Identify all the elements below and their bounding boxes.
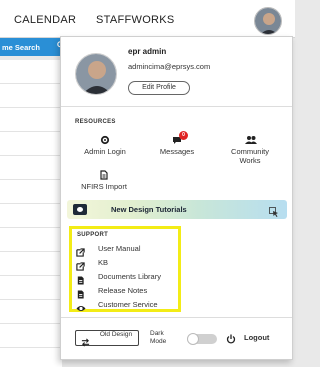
people-icon (245, 135, 257, 145)
admin-login-link[interactable]: Admin Login (75, 135, 135, 156)
tutorials-label: New Design Tutorials (111, 205, 187, 214)
list-item (0, 156, 62, 180)
community-works-label: Community Works (231, 147, 269, 165)
chat-icon: 0 (172, 131, 188, 145)
toggle-knob (187, 333, 199, 345)
nfirs-import-link[interactable]: NFIRS Import (73, 170, 135, 191)
list-item (0, 324, 62, 348)
edit-profile-button[interactable]: Edit Profile (128, 81, 190, 95)
dark-mode-toggle[interactable] (187, 333, 217, 345)
list-item (0, 60, 62, 84)
list-item (0, 132, 62, 156)
messages-label: Messages (159, 147, 195, 156)
support-heading: SUPPORT (77, 232, 109, 238)
dark-mode-label: Dark Mode (150, 330, 167, 345)
kb-link[interactable]: KB (76, 257, 180, 271)
admin-login-label: Admin Login (84, 147, 126, 156)
list-item (0, 84, 62, 108)
support-section: SUPPORT User Manual KB Documents Library… (69, 226, 181, 312)
profile-section: epr admin admincima@eprsys.com Edit Prof… (61, 37, 292, 107)
documents-library-label: Documents Library (98, 272, 161, 281)
release-notes-link[interactable]: Release Notes (76, 285, 180, 299)
profile-avatar (75, 53, 117, 95)
list-item (0, 180, 62, 204)
user-menu-dropdown: epr admin admincima@eprsys.com Edit Prof… (60, 36, 293, 360)
user-manual-label: User Manual (98, 244, 141, 253)
messages-link[interactable]: 0 Messages (147, 131, 207, 156)
power-icon[interactable] (226, 331, 236, 344)
document-icon (99, 170, 109, 180)
user-avatar[interactable] (254, 7, 282, 35)
pointer-icon (269, 204, 279, 217)
list-item (0, 276, 62, 300)
background-search-bar[interactable]: me Search (0, 38, 68, 56)
external-link-icon (76, 244, 85, 257)
logout-link[interactable]: Logout (244, 333, 269, 342)
list-item (0, 252, 62, 276)
documents-library-link[interactable]: Documents Library (76, 271, 180, 285)
eye-icon (76, 300, 86, 311)
nav-staffworks[interactable]: STAFFWORKS (96, 14, 175, 26)
swap-icon (81, 334, 90, 347)
gear-icon (100, 135, 110, 145)
background-search-label: me Search (2, 43, 40, 52)
community-works-link[interactable]: Community Works (221, 135, 279, 165)
customer-service-label: Customer Service (98, 300, 158, 309)
old-design-button[interactable]: Old Design (75, 330, 139, 347)
kb-label: KB (98, 258, 109, 267)
profile-name: epr admin (128, 47, 167, 56)
top-nav: CALENDAR STAFFWORKS (0, 0, 295, 38)
nav-calendar[interactable]: CALENDAR (14, 14, 76, 26)
nfirs-import-label: NFIRS Import (81, 182, 127, 191)
user-manual-link[interactable]: User Manual (76, 243, 180, 257)
old-design-label: Old Design (99, 331, 133, 338)
resources-heading: RESOURCES (75, 119, 116, 125)
document-icon (76, 286, 85, 299)
release-notes-label: Release Notes (98, 286, 148, 295)
customer-service-link[interactable]: Customer Service (76, 299, 180, 311)
list-item (0, 228, 62, 252)
background-list (0, 60, 62, 367)
list-item (0, 108, 62, 132)
document-icon (76, 272, 85, 285)
messages-badge: 0 (179, 131, 188, 140)
external-link-icon (76, 258, 85, 271)
list-item (0, 300, 62, 324)
profile-email: admincima@eprsys.com (128, 62, 211, 71)
menu-footer: Old Design Dark Mode Logout (61, 317, 292, 361)
new-design-tutorials-banner[interactable]: New Design Tutorials (67, 200, 287, 219)
list-item (0, 204, 62, 228)
video-icon (73, 204, 87, 215)
